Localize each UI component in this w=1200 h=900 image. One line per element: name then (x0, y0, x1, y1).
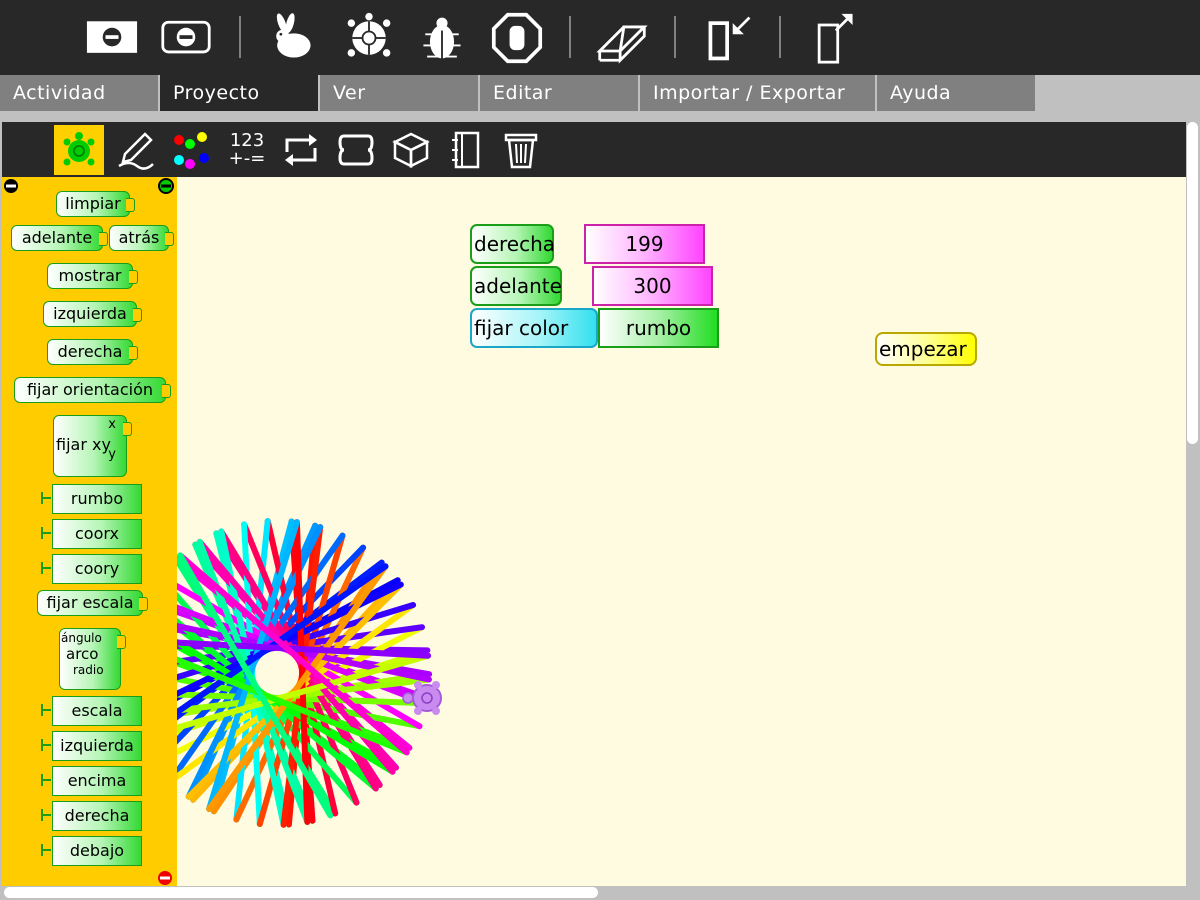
main-toolbar (0, 0, 1200, 75)
arc-block[interactable]: ángulo arco radio (59, 628, 126, 690)
remove-icon[interactable] (157, 870, 173, 886)
vertical-scrollbar[interactable] (1187, 122, 1198, 444)
colors-palette-button[interactable] (165, 125, 215, 175)
top-reporter[interactable]: encima (41, 766, 142, 796)
back-block[interactable]: atrás (109, 225, 174, 251)
debug-button[interactable] (414, 10, 470, 66)
load-samples-button[interactable] (701, 10, 757, 66)
start-block[interactable]: empezar (875, 332, 977, 366)
pen-icon (118, 132, 154, 170)
numbers-palette-button[interactable]: 123 +-= (221, 125, 273, 175)
eraser-icon (596, 25, 648, 64)
rabbit-icon (276, 13, 311, 58)
collapse-palette-icon[interactable] (3, 178, 19, 194)
turtle-palette-button[interactable] (54, 125, 104, 175)
run-fast-button[interactable] (264, 10, 320, 66)
turtle-icon (347, 12, 391, 57)
setxy-arg-y: y (108, 447, 116, 462)
toolbar-separator (779, 16, 781, 58)
flow-palette-button[interactable] (276, 125, 326, 175)
trash-palette-button[interactable] (496, 125, 546, 175)
show-block[interactable]: mostrar (47, 263, 138, 289)
tab-ayuda[interactable]: Ayuda (877, 75, 1035, 111)
import-icon (708, 16, 751, 61)
scale-reporter[interactable]: escala (41, 696, 142, 726)
hide-palette-button[interactable] (84, 10, 140, 66)
notebook-icon (452, 131, 480, 169)
collapse-blocks-icon (161, 20, 211, 54)
tab-editar[interactable]: Editar (480, 75, 638, 111)
colors-icon (174, 132, 209, 169)
set-scale-block[interactable]: fijar escala (37, 590, 148, 616)
left-reporter[interactable]: izquierda (41, 731, 142, 761)
action-blocks-icon (338, 134, 374, 166)
tab-importar-exportar[interactable]: Importar / Exportar (640, 75, 875, 111)
horizontal-scrollbar[interactable] (4, 887, 598, 898)
stop-button[interactable] (489, 10, 545, 66)
arc-label: arco (66, 645, 99, 663)
flow-icon (285, 134, 317, 166)
collapse-blocks-button[interactable] (158, 10, 214, 66)
turtle-canvas[interactable]: 123 +-= limpiar adelante atrás mostrar i… (2, 122, 1186, 886)
trash-icon (504, 133, 538, 169)
right-block[interactable]: derecha (47, 339, 138, 365)
menu-tabs: Actividad Proyecto Ver Editar Importar /… (0, 75, 1200, 111)
setxy-block[interactable]: fijar xy x y (53, 415, 132, 477)
tab-actividad[interactable]: Actividad (0, 75, 158, 111)
arc-arg-angle: ángulo (61, 631, 102, 645)
toolbar-separator (674, 16, 676, 58)
clear-block[interactable]: limpiar (56, 191, 135, 217)
box-icon (392, 132, 430, 169)
turtle-icon[interactable] (402, 681, 442, 715)
heading-reporter[interactable]: rumbo (41, 484, 142, 514)
set-heading-block[interactable]: fijar orientación (14, 377, 171, 403)
share-button[interactable] (806, 10, 862, 66)
blocks-palette-button[interactable] (331, 125, 381, 175)
clear-button[interactable] (594, 10, 650, 66)
set-color-value-block[interactable]: rumbo (598, 308, 719, 348)
export-icon (817, 13, 853, 64)
set-color-command-block[interactable]: fijar color (470, 308, 598, 348)
left-block[interactable]: izquierda (43, 301, 142, 327)
block-palette: limpiar adelante atrás mostrar izquierda… (2, 177, 177, 886)
toolbar-separator (239, 16, 241, 58)
right-value-input[interactable]: 199 (584, 224, 705, 264)
bottom-reporter[interactable]: debajo (41, 836, 142, 866)
setxy-arg-x: x (108, 417, 116, 432)
hide-palette-icon (86, 21, 138, 53)
forward-value-input[interactable]: 300 (592, 266, 713, 306)
right-command-block[interactable]: derecha (470, 224, 555, 264)
setxy-label: fijar xy (56, 435, 111, 454)
tab-proyecto[interactable]: Proyecto (160, 75, 318, 111)
numbers-label: 123 +-= (228, 130, 266, 169)
toolbar-separator (569, 16, 571, 58)
boxes-palette-button[interactable] (386, 125, 436, 175)
palette-orientation-icon[interactable] (158, 178, 174, 194)
stop-hand-icon (491, 12, 543, 64)
turtle-icon (63, 132, 95, 166)
pen-palette-button[interactable] (110, 125, 160, 175)
forward-block[interactable]: adelante (11, 225, 108, 251)
xcor-reporter[interactable]: coorx (41, 519, 142, 549)
run-slow-button[interactable] (341, 10, 397, 66)
arc-arg-radius: radio (73, 663, 104, 677)
forward-command-block[interactable]: adelante (470, 266, 562, 306)
ycor-reporter[interactable]: coory (41, 554, 142, 584)
sensors-palette-button[interactable] (441, 125, 491, 175)
tab-ver[interactable]: Ver (320, 75, 478, 111)
palette-toolbar: 123 +-= (2, 122, 1186, 177)
right-reporter[interactable]: derecha (41, 801, 142, 831)
bug-icon (423, 17, 461, 59)
